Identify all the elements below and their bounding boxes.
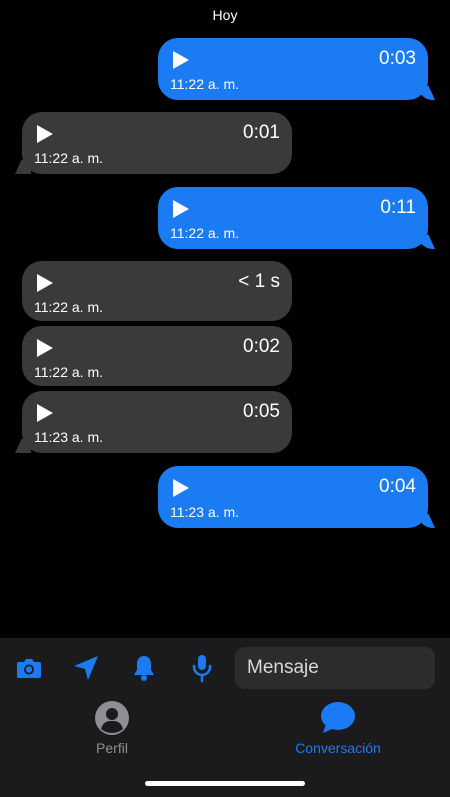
play-icon[interactable]: [172, 199, 190, 219]
audio-message-incoming[interactable]: 0:02 11:22 a. m.: [22, 326, 292, 386]
message-timestamp: 11:22 a. m.: [34, 364, 104, 380]
audio-message-outgoing[interactable]: 0:03 11:22 a. m.: [158, 38, 435, 100]
audio-message-outgoing[interactable]: 0:04 11:23 a. m.: [158, 466, 435, 528]
message-timestamp: 11:22 a. m.: [170, 225, 240, 241]
play-icon[interactable]: [36, 403, 54, 423]
camera-icon[interactable]: [13, 652, 45, 684]
bubble-tail: [15, 439, 31, 453]
message-input[interactable]: [235, 647, 435, 689]
audio-duration: 0:05: [243, 401, 280, 422]
date-header: Hoy: [212, 7, 238, 23]
microphone-icon[interactable]: [186, 652, 218, 684]
audio-message-incoming[interactable]: 0:01 11:22 a. m.: [15, 112, 292, 174]
audio-duration: 0:04: [379, 476, 416, 497]
play-icon[interactable]: [172, 478, 190, 498]
person-icon: [95, 701, 129, 735]
tab-label: Perfil: [96, 740, 128, 756]
chat-bubble-icon: [321, 702, 355, 733]
play-icon[interactable]: [36, 124, 54, 144]
bubble-tail: [419, 514, 435, 528]
tab-conversacion[interactable]: Conversación: [282, 700, 394, 756]
message-timestamp: 11:22 a. m.: [170, 76, 240, 92]
tab-perfil[interactable]: Perfil: [80, 700, 144, 756]
bubble-tail: [15, 160, 31, 174]
message-timestamp: 11:23 a. m.: [170, 504, 240, 520]
home-indicator[interactable]: [145, 781, 305, 786]
audio-message-outgoing[interactable]: 0:11 11:22 a. m.: [158, 187, 435, 249]
message-timestamp: 11:22 a. m.: [34, 150, 104, 166]
audio-duration: 0:02: [243, 336, 280, 357]
bubble-tail: [419, 235, 435, 249]
play-icon[interactable]: [36, 338, 54, 358]
bell-icon[interactable]: [128, 652, 160, 684]
audio-message-incoming[interactable]: < 1 s 11:22 a. m.: [22, 261, 292, 321]
bubble-tail: [419, 86, 435, 100]
play-icon[interactable]: [172, 50, 190, 70]
location-arrow-icon[interactable]: [70, 652, 102, 684]
audio-message-incoming[interactable]: 0:05 11:23 a. m.: [15, 391, 292, 453]
audio-duration: 0:03: [379, 48, 416, 69]
message-timestamp: 11:23 a. m.: [34, 429, 104, 445]
audio-duration: 0:11: [380, 197, 416, 218]
audio-duration: 0:01: [243, 122, 280, 143]
play-icon[interactable]: [36, 273, 54, 293]
message-timestamp: 11:22 a. m.: [34, 299, 104, 315]
tab-label: Conversación: [295, 740, 381, 756]
audio-duration: < 1 s: [238, 271, 280, 292]
